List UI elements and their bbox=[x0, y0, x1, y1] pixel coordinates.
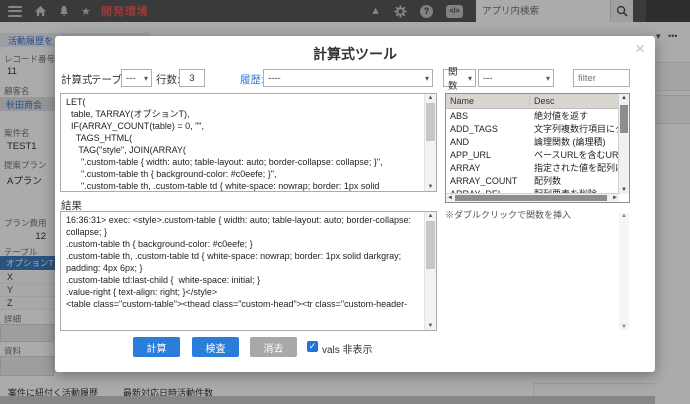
scrollbar-thumb[interactable] bbox=[426, 221, 435, 269]
filter-input[interactable] bbox=[573, 69, 630, 87]
scroll-up-icon[interactable]: ▲ bbox=[619, 95, 629, 101]
close-icon[interactable]: × bbox=[635, 40, 645, 57]
scrollbar-thumb[interactable] bbox=[620, 105, 628, 133]
formula-tool-dialog: 計算式ツール × 計算式 テーブル: ---▾ 行数: 履歴: ----▾ 関数… bbox=[55, 36, 655, 372]
scroll-up-icon[interactable]: ▲ bbox=[619, 213, 629, 219]
select-arrow-icon: ▾ bbox=[425, 74, 429, 83]
result-panel: 16:36:31> exec: <style>.custom-table { w… bbox=[60, 211, 437, 331]
calculate-button[interactable]: 計算 bbox=[133, 337, 180, 357]
rows-label: 行数: bbox=[156, 72, 180, 87]
formula-label: 計算式 bbox=[61, 72, 93, 87]
vals-hide-label: vals 非表示 bbox=[322, 341, 373, 356]
function-category-select[interactable]: 関数▾ bbox=[443, 69, 476, 87]
function-row[interactable]: ABS絶対値を返す bbox=[446, 109, 618, 122]
function-row[interactable]: APP_URLベースURLを含むURLを bbox=[446, 148, 618, 161]
select-arrow-icon: ▾ bbox=[546, 74, 550, 83]
double-click-hint: ※ダブルクリックで関数を挿入 bbox=[445, 208, 571, 221]
result-scrollbar[interactable]: ▲ ▼ bbox=[424, 212, 436, 330]
function-list-hscrollbar[interactable]: ◄ ► bbox=[446, 193, 619, 202]
function-select[interactable]: ---▾ bbox=[478, 69, 554, 87]
function-list-header: Name Desc bbox=[446, 94, 618, 109]
preview-scrollbar[interactable]: ▲ ▼ bbox=[619, 213, 629, 330]
desc-column-header[interactable]: Desc bbox=[530, 96, 618, 106]
select-arrow-icon: ▾ bbox=[144, 74, 148, 83]
name-column-header[interactable]: Name bbox=[446, 96, 530, 106]
history-label[interactable]: 履歴: bbox=[240, 72, 264, 87]
scroll-up-icon[interactable]: ▲ bbox=[425, 213, 436, 219]
app-screen: ★ 開発環境 ▲ ? </> bbox=[0, 0, 690, 404]
scroll-left-icon[interactable]: ◄ bbox=[447, 194, 453, 202]
function-row[interactable]: ADD_TAGS文字列複数行項目にタグ bbox=[446, 122, 618, 135]
scroll-down-icon[interactable]: ▼ bbox=[619, 187, 629, 193]
scroll-down-icon[interactable]: ▼ bbox=[425, 323, 436, 329]
vals-hide-checkbox[interactable]: ✓ bbox=[307, 341, 318, 352]
function-row[interactable]: ARRAY_COUNT配列数 bbox=[446, 174, 618, 187]
rows-input[interactable] bbox=[179, 69, 205, 87]
function-list-vscrollbar[interactable]: ▲ ▼ bbox=[618, 94, 629, 194]
function-row[interactable]: AND論理関数 (論理積) bbox=[446, 135, 618, 148]
result-output[interactable]: 16:36:31> exec: <style>.custom-table { w… bbox=[61, 212, 436, 330]
function-list: Name Desc ABS絶対値を返す ADD_TAGS文字列複数行項目にタグ … bbox=[445, 93, 630, 203]
editor-scrollbar[interactable]: ▲ ▼ bbox=[424, 94, 436, 191]
clear-button[interactable]: 消去 bbox=[250, 337, 297, 357]
scroll-down-icon[interactable]: ▼ bbox=[425, 184, 436, 190]
scroll-down-icon[interactable]: ▼ bbox=[619, 324, 629, 330]
function-row[interactable]: ARRAY指定された値を配列にす bbox=[446, 161, 618, 174]
history-select[interactable]: ----▾ bbox=[263, 69, 433, 87]
table-select[interactable]: ---▾ bbox=[121, 69, 152, 87]
scrollbar-thumb[interactable] bbox=[455, 195, 607, 201]
formula-editor[interactable]: LET( table, TARRAY(オプションT), IF(ARRAY_COU… bbox=[61, 94, 436, 191]
check-button[interactable]: 検査 bbox=[192, 337, 239, 357]
scroll-up-icon[interactable]: ▲ bbox=[425, 95, 436, 101]
dialog-title: 計算式ツール bbox=[55, 44, 655, 64]
scroll-right-icon[interactable]: ► bbox=[612, 194, 618, 202]
formula-editor-panel: LET( table, TARRAY(オプションT), IF(ARRAY_COU… bbox=[60, 93, 437, 192]
scrollbar-thumb[interactable] bbox=[426, 103, 435, 141]
select-arrow-icon: ▾ bbox=[468, 74, 472, 83]
